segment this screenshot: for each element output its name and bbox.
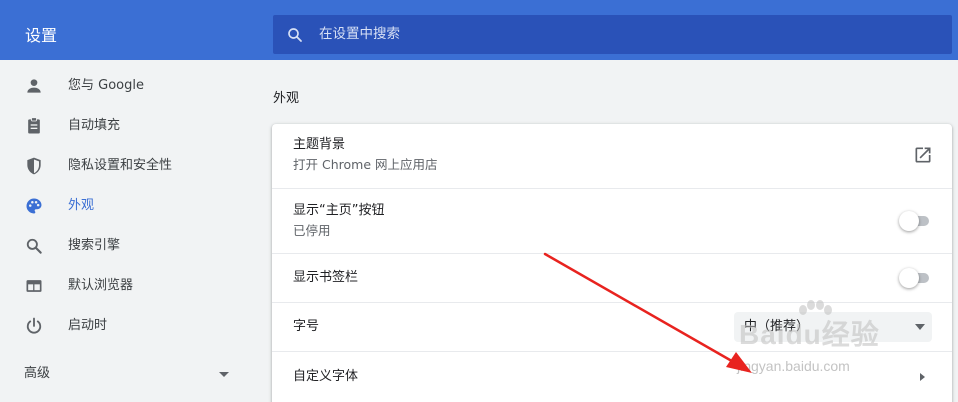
browser-icon <box>26 280 42 292</box>
sidebar-item-privacy[interactable]: 隐私设置和安全性 <box>0 146 256 186</box>
caret-down-icon <box>219 372 229 377</box>
row-home-button: 显示“主页”按钮 已停用 <box>272 188 952 253</box>
person-icon <box>27 79 41 93</box>
search-icon <box>26 238 42 254</box>
open-in-new-icon[interactable] <box>913 145 933 165</box>
section-title: 外观 <box>273 91 300 106</box>
row-title: 字号 <box>293 319 320 334</box>
row-font-size: 字号 中（推荐） <box>272 302 952 351</box>
sidebar-item-label: 自动填充 <box>68 118 121 133</box>
row-subtitle: 已停用 <box>293 223 331 238</box>
sidebar-item-you-and-google[interactable]: 您与 Google <box>0 66 256 106</box>
chevron-right-icon <box>920 373 925 381</box>
search-icon <box>288 28 302 42</box>
toggle-knob <box>899 211 919 231</box>
power-icon <box>26 317 42 334</box>
sidebar-item-label: 搜索引擎 <box>68 238 121 253</box>
sidebar-advanced-toggle[interactable]: 高级 <box>0 356 256 392</box>
top-toolbar: 设置 在设置中搜索 <box>0 0 958 60</box>
clipboard-icon <box>28 117 40 134</box>
row-title: 主题背景 <box>293 137 346 152</box>
row-title: 自定义字体 <box>293 369 359 384</box>
row-title: 显示书签栏 <box>293 270 359 285</box>
search-input[interactable]: 在设置中搜索 <box>273 15 952 54</box>
row-custom-fonts[interactable]: 自定义字体 <box>272 351 952 401</box>
font-size-value: 中（推荐） <box>744 319 810 334</box>
toggle-knob <box>899 268 919 288</box>
font-size-select[interactable]: 中（推荐） <box>734 312 932 342</box>
page-title: 设置 <box>25 26 58 45</box>
home-button-toggle[interactable] <box>899 211 931 231</box>
bookmarks-bar-toggle[interactable] <box>899 268 931 288</box>
shield-icon <box>27 157 41 175</box>
sidebar-item-search-engine[interactable]: 搜索引擎 <box>0 226 256 266</box>
sidebar-item-on-startup[interactable]: 启动时 <box>0 306 256 346</box>
appearance-card: 主题背景 打开 Chrome 网上应用店 显示“主页”按钮 已停用 显示书签栏 … <box>272 124 952 402</box>
sidebar-item-label: 启动时 <box>68 318 108 333</box>
search-placeholder: 在设置中搜索 <box>319 26 400 42</box>
palette-icon <box>26 198 42 214</box>
sidebar-item-label: 默认浏览器 <box>68 278 134 293</box>
sidebar-item-default-browser[interactable]: 默认浏览器 <box>0 266 256 306</box>
sidebar-item-label: 您与 Google <box>68 78 144 93</box>
row-title: 显示“主页”按钮 <box>293 203 385 218</box>
row-theme[interactable]: 主题背景 打开 Chrome 网上应用店 <box>272 124 952 188</box>
caret-down-icon <box>915 324 925 330</box>
sidebar-divider <box>0 352 256 353</box>
sidebar-item-label: 隐私设置和安全性 <box>68 158 173 173</box>
sidebar: 您与 Google 自动填充 隐私设置和安全性 外观 搜索引擎 默认浏览器 启动… <box>0 60 256 402</box>
sidebar-item-label: 外观 <box>68 198 95 213</box>
advanced-label: 高级 <box>24 366 51 381</box>
row-bookmarks-bar: 显示书签栏 <box>272 253 952 302</box>
sidebar-item-autofill[interactable]: 自动填充 <box>0 106 256 146</box>
sidebar-item-appearance[interactable]: 外观 <box>0 186 256 226</box>
row-subtitle: 打开 Chrome 网上应用店 <box>293 157 438 172</box>
